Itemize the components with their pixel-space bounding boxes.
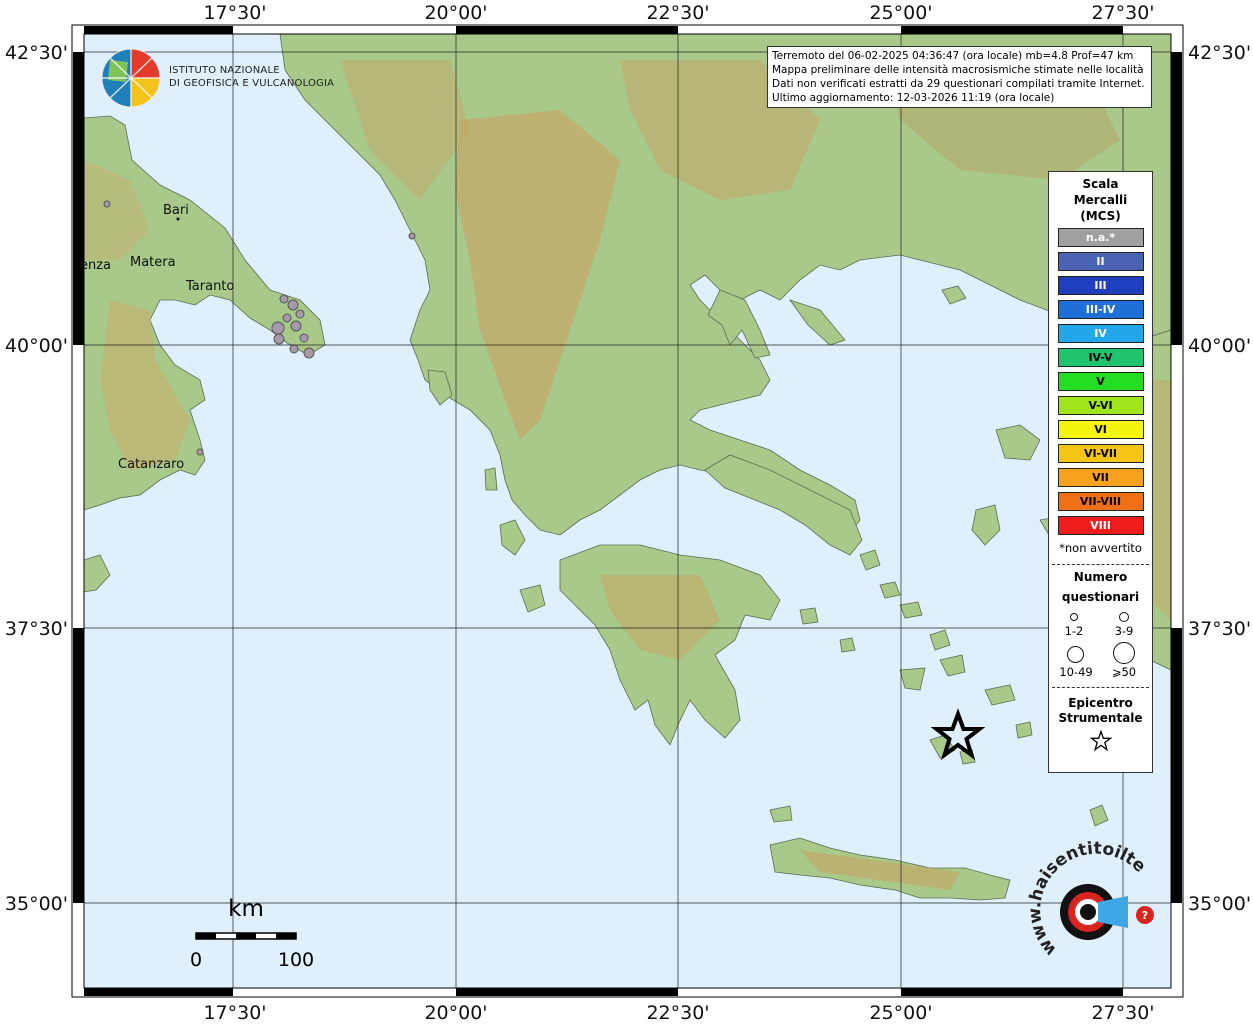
size-label: 10-49 [1059,665,1093,679]
lon-label: 25°00' [869,1002,932,1024]
epicenter-legend-star [1049,729,1152,756]
event-info-line: Dati non verificati estratti da 29 quest… [772,78,1145,90]
size-label: 3-9 [1114,624,1134,638]
scale-unit: km [228,896,264,922]
event-info-line: Ultimo aggiornamento: 12-03-2026 11:19 (… [772,92,1055,104]
svg-text:?: ? [1142,909,1148,922]
size-circle-small [1070,613,1078,621]
mcs-scale-item: VII-VIII [1057,492,1144,511]
city-label-matera: Matera [130,255,176,270]
marker-na[interactable] [295,309,305,319]
lat-label: 42°30' [1188,42,1251,64]
event-info-line: Terremoto del 06-02-2025 04:36:47 (ora l… [772,50,1134,62]
lat-label: 35°00' [1188,893,1251,915]
mcs-scale-item: IV-V [1057,348,1144,367]
size-circle-xlarge [1113,642,1135,664]
legend-title: Scala Mercalli (MCS) [1049,176,1152,224]
marker-na[interactable] [303,347,315,359]
marker-na[interactable] [273,333,285,345]
mcs-scale-item: VI-VII [1057,444,1144,463]
mcs-scale-item: n.a.* [1057,228,1144,247]
marker-na[interactable] [196,448,204,456]
lat-label: 42°30' [5,42,68,64]
ingv-logo-text: ISTITUTO NAZIONALE DI GEOFISICA E VULCAN… [169,64,334,90]
size-label: 1-2 [1064,624,1084,638]
marker-na[interactable] [279,294,289,304]
lon-label: 22°30' [646,2,709,24]
map-area [84,34,1171,988]
globe-icon [101,48,161,108]
scale-start: 0 [190,949,202,971]
epicenter-title: Epicentro Strumentale [1049,696,1152,726]
lat-label: 40°00' [5,335,68,357]
legend-title-line: (MCS) [1080,209,1121,223]
scale-end: 100 [278,949,314,971]
lon-label: 17°30' [203,2,266,24]
lon-label: 22°30' [646,1002,709,1024]
questionnaires-title-line: Numero [1073,570,1128,584]
event-info-box: Terremoto del 06-02-2025 04:36:47 (ora l… [767,46,1152,108]
marker-na[interactable] [287,299,299,311]
ingv-line1: ISTITUTO NAZIONALE [169,65,280,76]
lat-label: 37°30' [5,618,68,640]
mcs-scale-item: III [1057,276,1144,295]
size-label: ⩾50 [1111,665,1137,679]
questionnaires-title-line: questionari [1061,590,1140,604]
marker-na[interactable] [290,320,302,332]
marker-na[interactable] [408,232,416,240]
marker-na[interactable] [299,333,309,343]
mcs-scale-item: III-IV [1057,300,1144,319]
questionnaires-title: Numero questionari [1049,567,1152,607]
city-label-cosenza: enza [80,258,111,273]
mcs-scale-list: n.a.* II III III-IV IV IV-V V V-VI VI VI-VII VII VI… [1049,228,1152,535]
mcs-scale-item: II [1057,252,1144,271]
legend-note: *non avvertito [1059,541,1142,555]
star-icon [1089,729,1112,752]
questionnaire-sizes: 1-2 3-9 10-49 ⩾50 [1049,607,1152,687]
city-label-catanzaro: Catanzaro [118,457,184,472]
lon-label: 27°30' [1091,1002,1154,1024]
legend-title-line: Scala [1082,177,1119,191]
lon-label: 27°30' [1091,2,1154,24]
mcs-scale-item: VIII [1057,516,1144,535]
city-label-bari: Bari [163,203,189,218]
mcs-scale-item: V-VI [1057,396,1144,415]
mcs-scale-item: IV [1057,324,1144,343]
mcs-scale-item: VI [1057,420,1144,439]
lat-label: 35°00' [5,893,68,915]
marker-na[interactable] [271,321,285,335]
city-label-taranto: Taranto [185,279,234,294]
size-circle-large [1067,646,1084,663]
legend-divider [1052,564,1149,565]
size-circle-medium [1119,612,1129,622]
lon-label: 20°00' [424,1002,487,1024]
mcs-scale-item: VII [1057,468,1144,487]
lat-label: 40°00' [1188,335,1251,357]
legend: Scala Mercalli (MCS) n.a.* II III III-IV IV I… [1048,171,1153,773]
epicenter-title-line: Strumentale [1058,711,1143,725]
marker-na[interactable] [289,344,299,354]
legend-divider [1052,687,1149,688]
mcs-scale-item: V [1057,372,1144,391]
lon-label: 17°30' [203,1002,266,1024]
ingv-line2: DI GEOFISICA E VULCANOLOGIA [169,78,335,89]
marker-na[interactable] [282,313,292,323]
epicenter-title-line: Epicentro [1068,696,1133,710]
marker-na[interactable] [103,200,111,208]
legend-title-line: Mercalli [1073,193,1128,207]
lat-label: 37°30' [1188,618,1251,640]
lon-label: 25°00' [869,2,932,24]
event-info-line: Mappa preliminare delle intensità macros… [772,64,1144,76]
lon-label: 20°00' [424,2,487,24]
